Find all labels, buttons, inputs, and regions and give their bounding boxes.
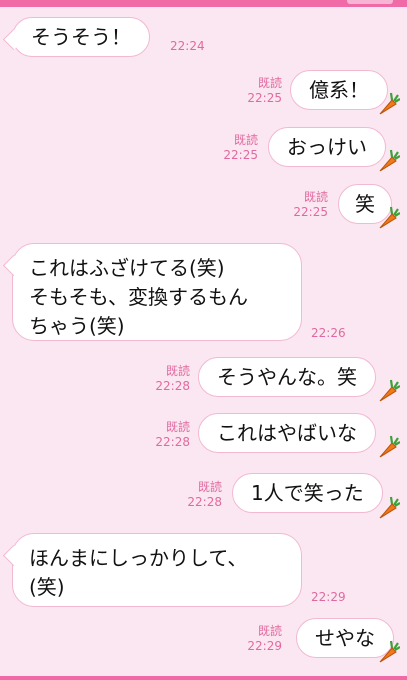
message-time: 22:26	[311, 326, 346, 340]
message-time: 22:29	[311, 590, 346, 604]
read-receipt: 既読	[303, 190, 328, 204]
message-time: 22:28	[187, 495, 222, 509]
message-time: 22:28	[155, 379, 190, 393]
message-bubble-sent[interactable]: 1人で笑った	[232, 473, 383, 513]
read-receipt: 既読	[257, 624, 282, 638]
read-receipt: 既読	[165, 420, 190, 434]
message-time: 22:25	[247, 91, 282, 105]
message-meta: 既読 22:25	[212, 133, 258, 163]
carrot-icon	[379, 379, 400, 402]
message-meta: 既読 22:29	[236, 624, 282, 654]
message-meta: 既読 22:25	[236, 76, 282, 106]
carrot-icon	[379, 206, 400, 229]
message-time: 22:25	[293, 205, 328, 219]
message-bubble-sent[interactable]: これはやばいな	[198, 413, 376, 453]
carrot-icon	[379, 496, 400, 519]
status-indicator	[347, 0, 393, 4]
message-meta: 既読 22:28	[176, 480, 222, 510]
message-bubble-sent[interactable]: おっけい	[268, 127, 386, 167]
read-receipt: 既読	[165, 364, 190, 378]
read-receipt: 既読	[233, 133, 258, 147]
bottom-accent-bar	[0, 676, 407, 680]
message-bubble-sent[interactable]: そうやんな。笑	[198, 357, 376, 397]
message-bubble-received[interactable]: ほんまにしっかりして、 (笑)	[12, 533, 302, 607]
read-receipt: 既読	[257, 76, 282, 90]
carrot-icon	[379, 435, 400, 458]
message-bubble-sent[interactable]: 億系！	[290, 70, 388, 110]
message-time: 22:29	[247, 639, 282, 653]
message-bubble-received[interactable]: これはふざけてる(笑) そもそも、変換するもん ちゃう(笑)	[12, 243, 302, 341]
message-time: 22:28	[155, 435, 190, 449]
read-receipt: 既読	[197, 480, 222, 494]
message-bubble-received[interactable]: そうそう！	[12, 17, 150, 57]
carrot-icon	[379, 92, 400, 115]
message-meta: 既読 22:28	[144, 420, 190, 450]
carrot-icon	[379, 640, 400, 663]
message-meta: 既読 22:25	[282, 190, 328, 220]
top-accent-bar	[0, 0, 407, 7]
message-meta: 既読 22:28	[144, 364, 190, 394]
message-time: 22:25	[223, 148, 258, 162]
carrot-icon	[379, 149, 400, 172]
message-time: 22:24	[170, 39, 205, 53]
